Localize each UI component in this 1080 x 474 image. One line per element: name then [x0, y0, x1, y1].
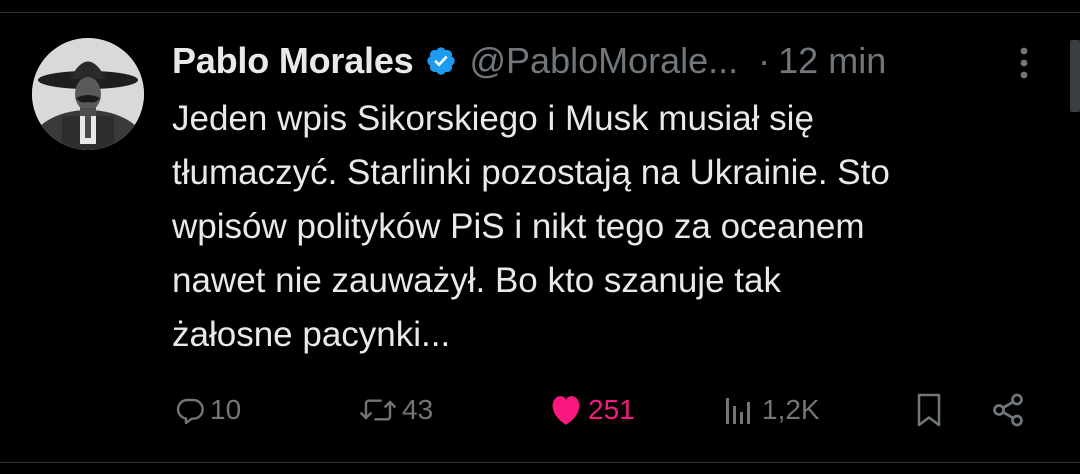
tweet-bottom-divider: [0, 462, 1080, 463]
avatar-image: [32, 38, 144, 150]
avatar[interactable]: [32, 38, 144, 150]
bookmark-button[interactable]: [914, 384, 944, 436]
more-options-icon[interactable]: [1010, 44, 1038, 84]
separator-dot: ·: [758, 40, 771, 81]
tweet-header: Pablo Morales @PabloMorale... · 12 min: [172, 36, 1040, 86]
verified-badge-icon: [425, 45, 457, 77]
views-button[interactable]: 1,2K: [724, 384, 820, 436]
tweet-top-divider: [0, 12, 1080, 13]
author-handle[interactable]: @PabloMorale...: [469, 40, 738, 82]
author-name[interactable]: Pablo Morales: [172, 40, 414, 82]
tweet-actions: 10 43 251 1,2K: [172, 384, 1032, 436]
reply-button[interactable]: 10: [174, 384, 241, 436]
reply-icon: [174, 394, 206, 426]
heart-icon: [548, 394, 584, 426]
retweet-count: 43: [402, 394, 434, 425]
retweet-button[interactable]: 43: [358, 384, 433, 436]
share-button[interactable]: [990, 384, 1026, 436]
timestamp[interactable]: 12 min: [778, 40, 886, 82]
like-button[interactable]: 251: [548, 384, 635, 436]
views-icon: [724, 394, 758, 426]
share-icon: [990, 392, 1026, 428]
retweet-icon: [358, 394, 398, 426]
like-count: 251: [588, 394, 635, 425]
reply-count: 10: [210, 394, 242, 425]
scrollbar[interactable]: [1070, 40, 1080, 112]
tweet-text: Jeden wpis Sikorskiego i Musk musiał się…: [172, 99, 890, 354]
views-count: 1,2K: [762, 394, 820, 425]
bookmark-icon: [914, 392, 944, 428]
